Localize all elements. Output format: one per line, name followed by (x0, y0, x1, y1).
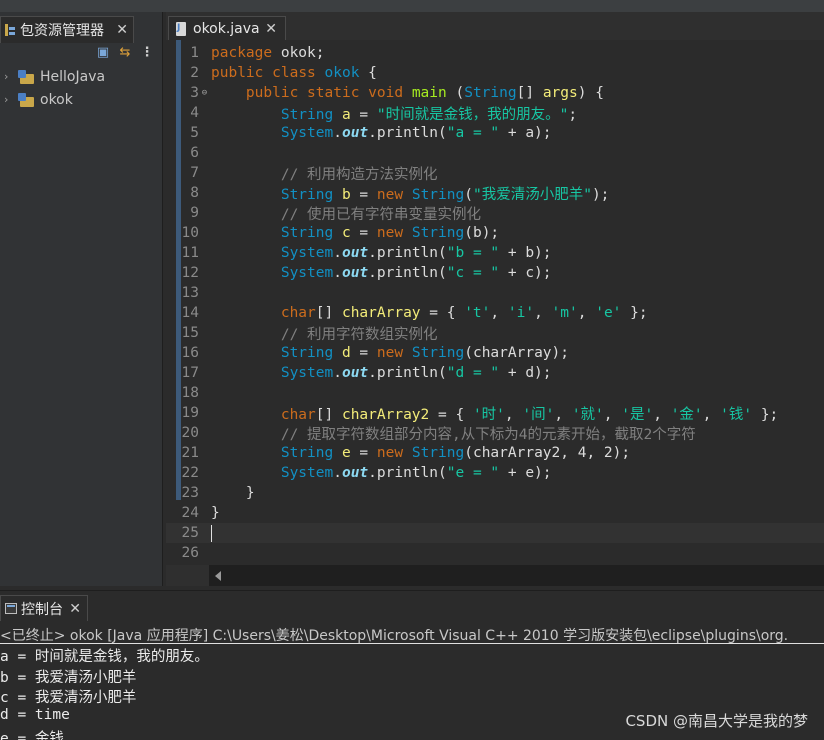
code-line: 21 String e = new String(charArray2, 4, … (166, 443, 824, 463)
link-with-editor-icon[interactable]: ⇆ (117, 45, 133, 60)
console-output-line: b = 我爱清汤小肥羊 (0, 669, 137, 686)
code-line: 10 String c = new String(b); (166, 223, 824, 243)
code-line: 1 package okok; (166, 43, 824, 63)
code-line: 19 char[] charArray2 = { '时', '间', '就', … (166, 403, 824, 423)
code-line: 12 System.out.println("c = " + c); (166, 263, 824, 283)
code-line: 23 } (166, 483, 824, 503)
line-number: 5 (190, 125, 199, 141)
console-output[interactable]: a = 时间就是金钱，我的朋友。 b = 我爱清汤小肥羊 c = 我爱清汤小肥羊… (0, 645, 209, 740)
text-caret (211, 524, 212, 542)
line-number: 24 (181, 505, 199, 521)
tree-item-label: HelloJava (40, 68, 106, 85)
fold-collapse-icon[interactable]: ⊖ (199, 88, 210, 98)
scroll-left-icon[interactable] (215, 571, 221, 581)
line-number: 23 (181, 485, 199, 501)
code-line: 7 // 利用构造方法实例化 (166, 163, 824, 183)
code-line: 5 System.out.println("a = " + a); (166, 123, 824, 143)
console-output-line: a = 时间就是金钱，我的朋友。 (0, 649, 209, 665)
console-output-line: d = time (0, 706, 70, 723)
collapse-all-icon[interactable]: ▣ (95, 45, 111, 60)
editor-panel: J okok.java ✕ 1 package okok; 2 public cla… (166, 12, 824, 586)
line-number: 13 (181, 285, 199, 301)
console-output-line: e = 金钱 (0, 731, 64, 740)
code-line: 15 // 利用字符数组实例化 (166, 323, 824, 343)
code-line: 4 String a = "时间就是金钱，我的朋友。"; (166, 103, 824, 123)
code-line: 16 String d = new String(charArray); (166, 343, 824, 363)
line-number: 18 (181, 385, 199, 401)
watermark: CSDN @南昌大学是我的梦 (625, 712, 808, 730)
horizontal-scrollbar[interactable] (209, 565, 824, 586)
line-number: 7 (190, 165, 199, 181)
code-line-current: 25 (166, 523, 824, 543)
tree-item-label: okok (40, 91, 73, 108)
line-number: 19 (181, 405, 199, 421)
code-line: 22 System.out.println("e = " + e); (166, 463, 824, 483)
code-line: 18 (166, 383, 824, 403)
line-number: 6 (190, 145, 199, 161)
line-number: 10 (181, 225, 199, 241)
line-number: 2 (190, 65, 199, 81)
tab-package-explorer[interactable]: 包资源管理器 ✕ (0, 16, 134, 43)
line-number: 12 (181, 265, 199, 281)
line-number: 26 (181, 545, 199, 561)
java-project-icon (18, 92, 36, 107)
java-project-icon (18, 69, 36, 84)
close-icon[interactable]: ✕ (265, 21, 277, 37)
tree-item-hellojava[interactable]: › HelloJava (0, 65, 163, 88)
chevron-right-icon[interactable]: › (4, 70, 18, 83)
tab-okok-java[interactable]: J okok.java ✕ (168, 16, 286, 43)
code-line: 17 System.out.println("d = " + d); (166, 363, 824, 383)
line-number: 11 (181, 245, 199, 261)
code-line: 11 System.out.println("b = " + b); (166, 243, 824, 263)
code-line: 13 (166, 283, 824, 303)
line-number: 4 (190, 105, 199, 121)
console-output-line: c = 我爱清汤小肥羊 (0, 690, 137, 706)
chevron-right-icon[interactable]: › (4, 93, 18, 106)
close-icon[interactable]: ✕ (69, 601, 81, 617)
code-line: 24} (166, 503, 824, 523)
console-icon (5, 603, 17, 614)
package-explorer-panel: 包资源管理器 ✕ ▣ ⇆ ⋮ › HelloJava › okok (0, 12, 163, 586)
code-line: 9 // 使用已有字符串变量实例化 (166, 203, 824, 223)
line-number: 25 (181, 525, 199, 541)
line-number: 14 (181, 305, 199, 321)
code-line: 2 public class okok { (166, 63, 824, 83)
tab-package-explorer-label: 包资源管理器 (20, 23, 104, 39)
view-menu-icon[interactable]: ⋮ (139, 45, 155, 60)
code-line: 14 char[] charArray = { 't', 'i', 'm', '… (166, 303, 824, 323)
code-line: 6 (166, 143, 824, 163)
console-panel: 控制台 ✕ <已终止> okok [Java 应用程序] C:\Users\姜松… (0, 590, 824, 740)
close-icon[interactable]: ✕ (116, 22, 128, 38)
line-number: 9 (190, 205, 199, 221)
line-number: 16 (181, 345, 199, 361)
line-number: 8 (190, 185, 199, 201)
code-editor[interactable]: 1 package okok; 2 public class okok { 3 ⊖ p… (166, 40, 824, 565)
line-number: 20 (181, 425, 199, 441)
console-process-header: <已终止> okok [Java 应用程序] C:\Users\姜松\Deskt… (0, 624, 824, 644)
package-explorer-icon (4, 23, 16, 37)
code-line: 26 (166, 543, 824, 563)
tab-console-label: 控制台 (21, 601, 63, 618)
window-top-strip (0, 0, 824, 12)
tab-okok-java-label: okok.java (193, 21, 260, 37)
project-tree: › HelloJava › okok (0, 65, 163, 111)
code-line: 3 ⊖ public static void main (String[] arg… (166, 83, 824, 103)
tree-item-okok[interactable]: › okok (0, 88, 163, 111)
code-lines: 1 package okok; 2 public class okok { 3 ⊖ p… (166, 43, 824, 563)
code-line: 8 String b = new String("我爱清汤小肥羊"); (166, 183, 824, 203)
java-file-icon: J (174, 22, 188, 36)
package-explorer-toolbar: ▣ ⇆ ⋮ (95, 45, 155, 60)
line-number: 22 (181, 465, 199, 481)
tab-console[interactable]: 控制台 ✕ (0, 595, 88, 621)
line-number: 3 (190, 85, 199, 101)
line-number: 15 (181, 325, 199, 341)
line-number: 17 (181, 365, 199, 381)
line-number: 21 (181, 445, 199, 461)
code-line: 20 // 提取字符数组部分内容,从下标为4的元素开始，截取2个字符 (166, 423, 824, 443)
line-number: 1 (190, 45, 199, 61)
